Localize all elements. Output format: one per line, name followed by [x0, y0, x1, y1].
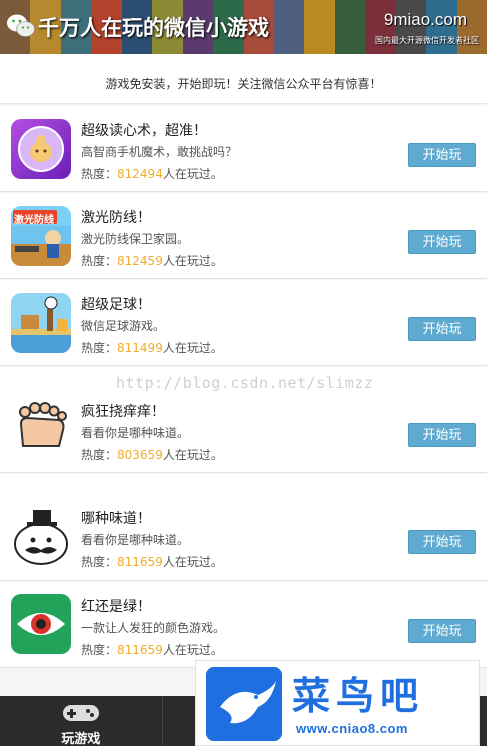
bird-logo-icon: [206, 667, 282, 741]
banner-title: 千万人在玩的微信小游戏: [38, 16, 269, 40]
top-banner: 千万人在玩的微信小游戏 9miao.com 国内最大开源微信开发者社区: [0, 0, 487, 54]
game-description: 微信足球游戏。: [81, 319, 166, 333]
heat-value: 811659: [117, 555, 163, 569]
heat-suffix: 人在玩过。: [162, 448, 223, 462]
watermark-text: http://blog.csdn.net/slimzz: [116, 374, 374, 392]
game-heat: 热度：811659人在玩过。: [81, 641, 223, 658]
heat-label: 热度：: [81, 448, 118, 462]
play-button[interactable]: 开始玩: [408, 317, 476, 341]
game-heat: 热度：812459人在玩过。: [81, 252, 223, 269]
game-title: 超级足球！: [81, 297, 151, 313]
tab-label: 玩游戏: [61, 732, 101, 746]
heat-value: 812459: [117, 254, 163, 268]
heat-label: 热度：: [81, 167, 118, 181]
game-description: 激光防线保卫家园。: [81, 232, 190, 246]
mustache-face-icon[interactable]: [11, 506, 71, 566]
promo-overlay[interactable]: 菜鸟吧 www.cniao8.com: [195, 660, 480, 746]
play-button[interactable]: 开始玩: [408, 143, 476, 167]
tab-play-games[interactable]: 玩游戏: [0, 696, 163, 746]
game-description: 一款让人发狂的颜色游戏。: [81, 621, 226, 635]
heat-suffix: 人在玩过。: [162, 555, 223, 569]
game-title: 超级读心术，超准！: [81, 123, 207, 139]
play-button[interactable]: 开始玩: [408, 230, 476, 254]
football-icon[interactable]: [11, 293, 71, 353]
heat-suffix: 人在玩过。: [162, 341, 223, 355]
heat-value: 812494: [117, 167, 163, 181]
site-name[interactable]: 9miao.com: [384, 10, 467, 30]
site-subtitle: 国内最大开源微信开发者社区: [375, 36, 479, 45]
game-description: 看看你是哪种味道。: [81, 426, 190, 440]
heat-suffix: 人在玩过。: [162, 643, 223, 657]
game-title: 疯狂挠痒痒！: [81, 404, 165, 420]
game-item: 哪种味道！ 看看你是哪种味道。 热度：811659人在玩过。 开始玩: [0, 474, 487, 581]
notice-text: 游戏免安装，开始即玩！关注微信公众平台有惊喜！: [0, 54, 487, 104]
crystal-ball-icon[interactable]: [11, 119, 71, 179]
game-item: 红还是绿！ 一款让人发狂的颜色游戏。 热度：811659人在玩过。 开始玩: [0, 582, 487, 668]
heat-label: 热度：: [81, 643, 118, 657]
promo-url[interactable]: www.cniao8.com: [296, 721, 408, 736]
heat-label: 热度：: [81, 555, 118, 569]
game-heat: 热度：812494人在玩过。: [81, 165, 223, 182]
heat-value: 811659: [117, 643, 163, 657]
icon-caption: 激光防线: [14, 215, 54, 226]
game-heat: 热度：811659人在玩过。: [81, 553, 223, 570]
play-button[interactable]: 开始玩: [408, 423, 476, 447]
foot-icon[interactable]: [11, 396, 71, 456]
game-title: 哪种味道！: [81, 511, 151, 527]
heat-label: 热度：: [81, 254, 118, 268]
game-description: 高智商手机魔术，敢挑战吗？: [81, 145, 238, 159]
play-button[interactable]: 开始玩: [408, 530, 476, 554]
game-item: 超级足球！ 微信足球游戏。 热度：811499人在玩过。 开始玩: [0, 280, 487, 366]
heat-label: 热度：: [81, 341, 118, 355]
heat-suffix: 人在玩过。: [162, 167, 223, 181]
heat-value: 811499: [117, 341, 163, 355]
wechat-logo-icon: [7, 14, 35, 37]
game-description: 看看你是哪种味道。: [81, 533, 190, 547]
game-title: 激光防线！: [81, 210, 151, 226]
game-item: 超级读心术，超准！ 高智商手机魔术，敢挑战吗？ 热度：812494人在玩过。 开…: [0, 106, 487, 192]
gamepad-icon: [62, 705, 99, 721]
promo-brand: 菜鸟吧: [292, 673, 425, 718]
game-heat: 热度：811499人在玩过。: [81, 339, 223, 356]
laser-defense-icon[interactable]: 激光防线: [11, 206, 71, 266]
game-item: 激光防线 激光防线！ 激光防线保卫家园。 热度：812459人在玩过。 开始玩: [0, 193, 487, 279]
eye-icon[interactable]: [11, 594, 71, 654]
heat-suffix: 人在玩过。: [162, 254, 223, 268]
game-heat: 热度：803659人在玩过。: [81, 446, 223, 463]
play-button[interactable]: 开始玩: [408, 619, 476, 643]
game-title: 红还是绿！: [81, 599, 151, 615]
heat-value: 803659: [117, 448, 163, 462]
